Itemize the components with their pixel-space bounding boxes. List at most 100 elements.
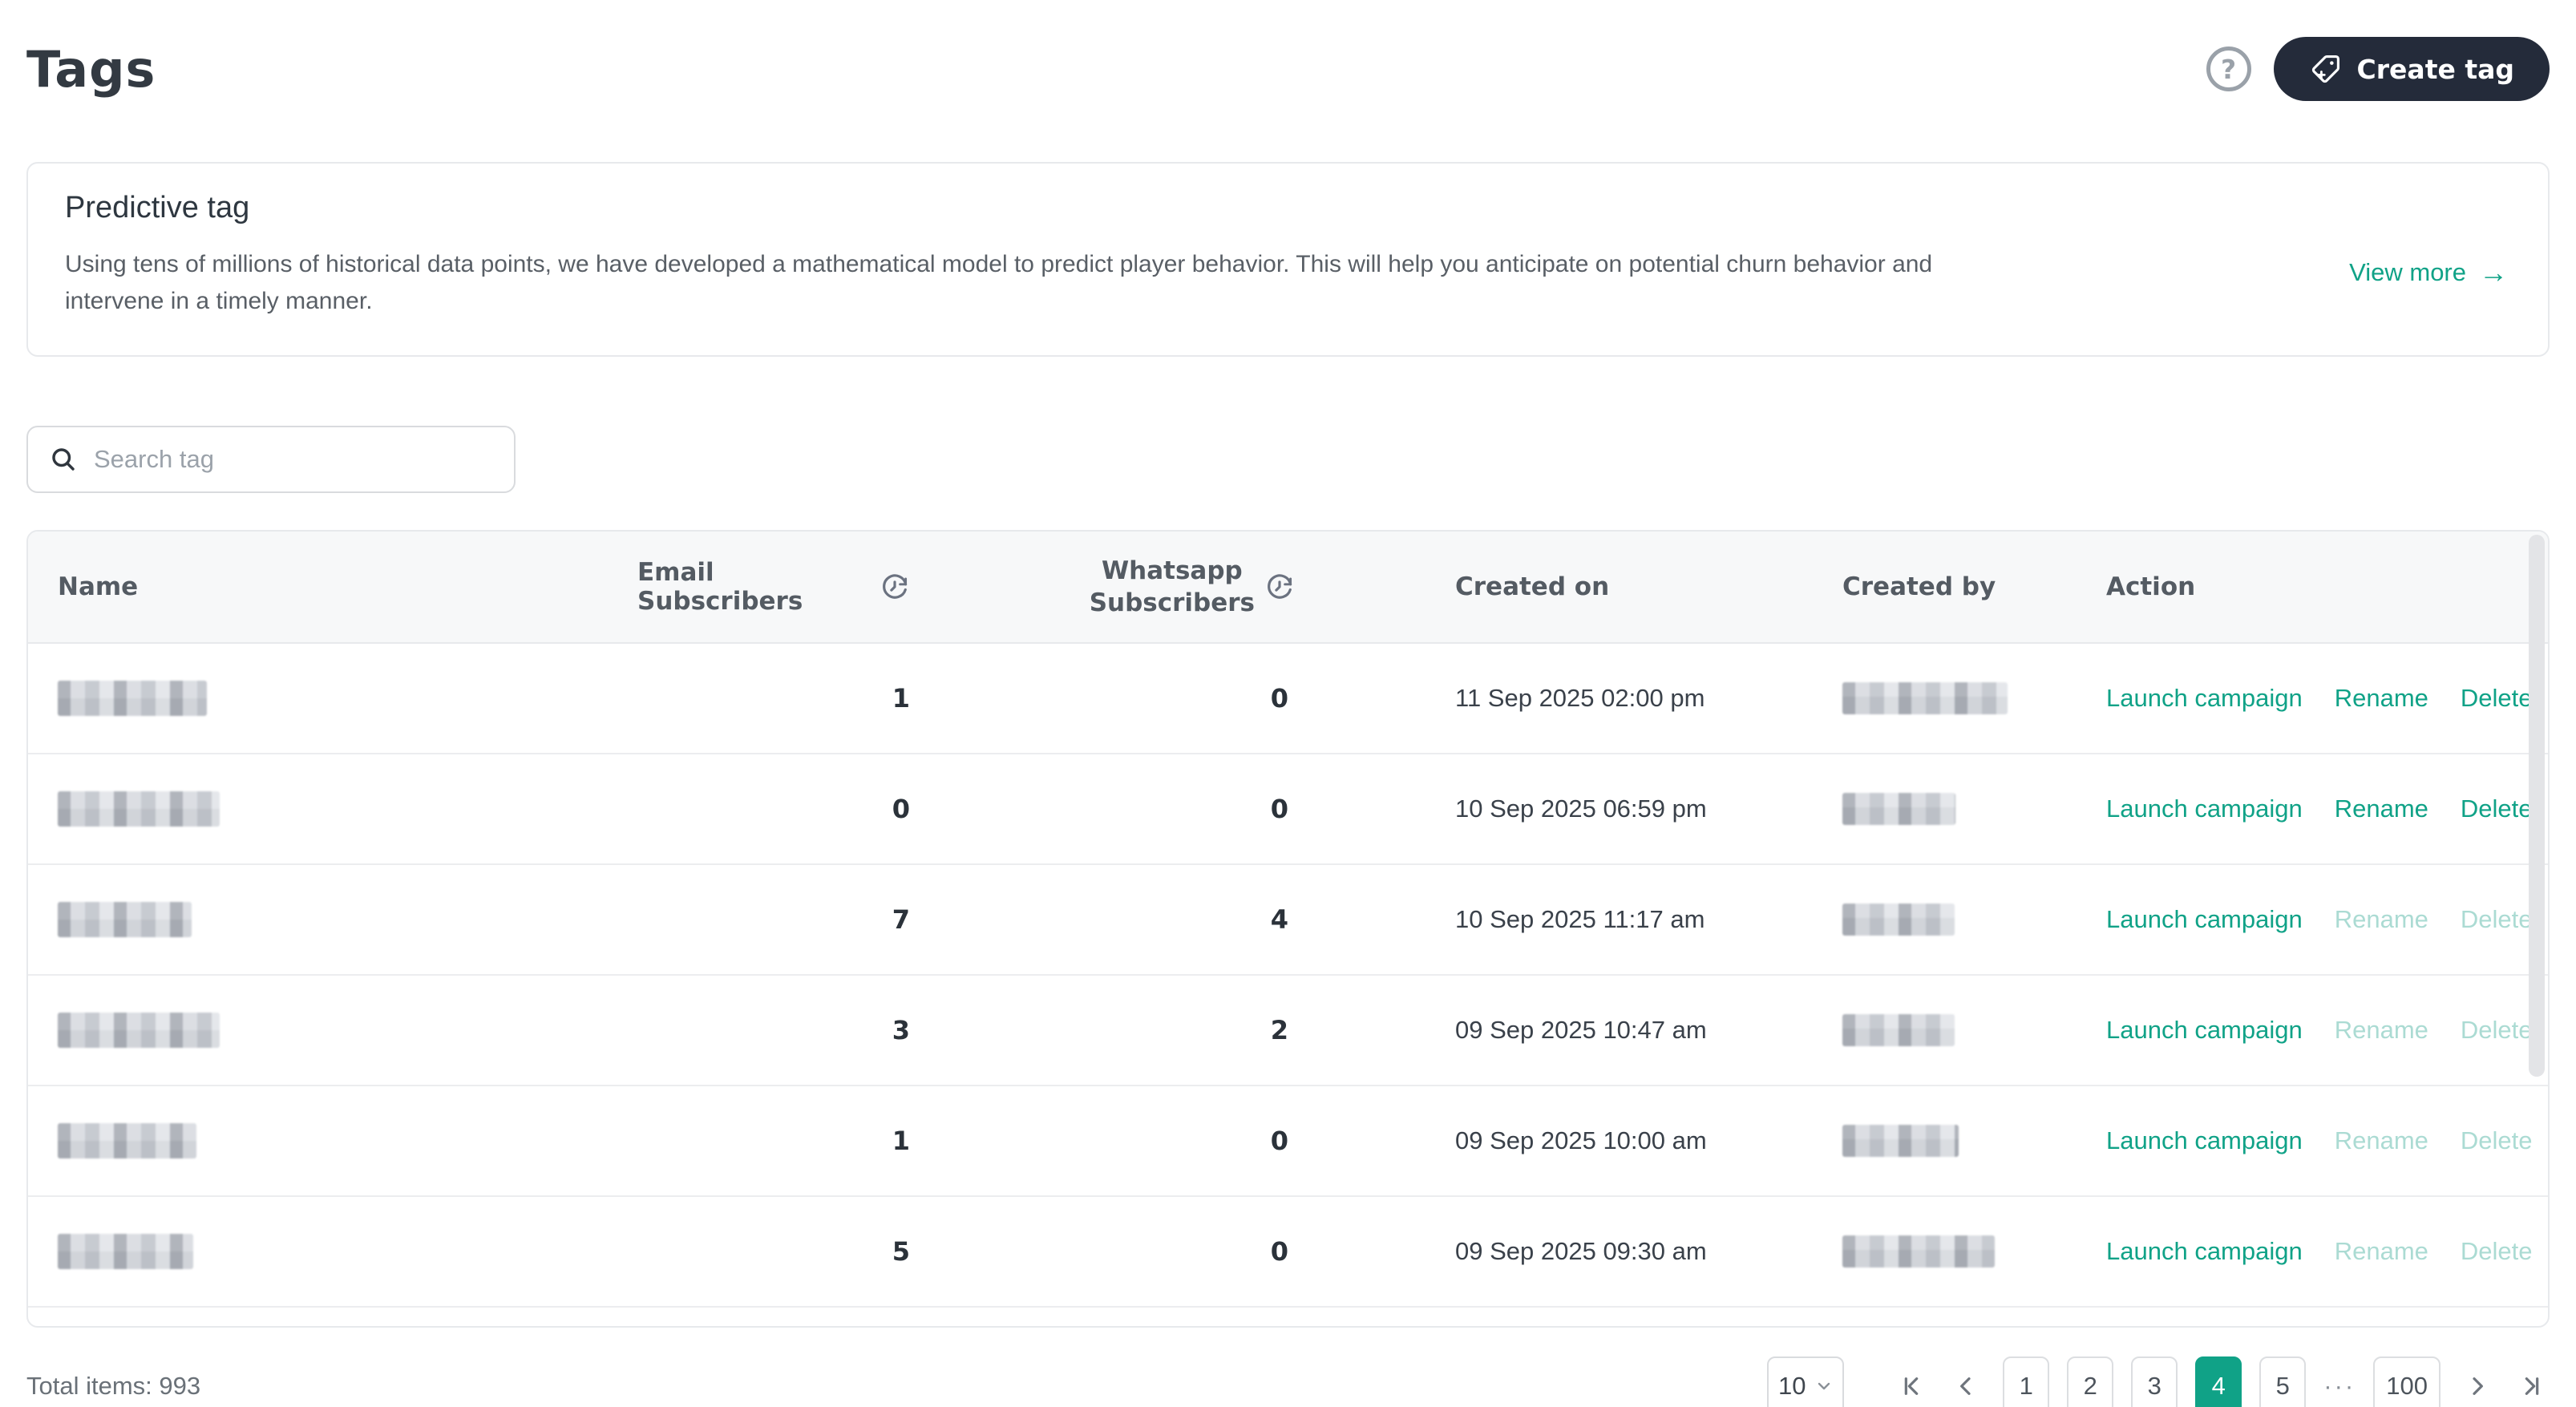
pagination-ellipsis: ··· <box>2323 1372 2356 1400</box>
search-tag-box[interactable] <box>26 426 516 493</box>
created-by-cell <box>1828 904 2093 936</box>
top-bar-actions: ? Create tag <box>2206 37 2550 101</box>
tags-table: Name Email Subscribers Whatsapp Subscrib… <box>26 530 2550 1328</box>
email-subscribers-label: Email Subscribers <box>637 558 803 616</box>
redacted-creator-name <box>1842 1125 1959 1157</box>
last-page-button[interactable] <box>2514 1369 2550 1404</box>
create-tag-label: Create tag <box>2356 53 2514 85</box>
predictive-tag-card: Predictive tag Using tens of millions of… <box>26 162 2550 357</box>
delete-link[interactable]: Delete <box>2461 905 2533 934</box>
whatsapp-subscribers-value: 4 <box>1270 904 1288 935</box>
top-bar: Tags ? Create tag <box>26 0 2550 109</box>
delete-link[interactable]: Delete <box>2461 794 2533 823</box>
pagination: 10 1 2 3 4 5 ··· 100 <box>1767 1356 2550 1407</box>
redacted-tag-name <box>58 902 192 937</box>
tag-name-cell <box>28 1013 637 1048</box>
delete-link[interactable]: Delete <box>2461 1237 2533 1266</box>
page-button-3[interactable]: 3 <box>2131 1356 2178 1407</box>
previous-page-button[interactable] <box>1948 1369 1984 1404</box>
redacted-creator-name <box>1842 793 1955 825</box>
table-row: 1 0 09 Sep 2025 10:00 am Launch campaign… <box>28 1086 2548 1197</box>
delete-link[interactable]: Delete <box>2461 1016 2533 1045</box>
chevron-down-icon <box>1814 1377 1834 1396</box>
rename-link[interactable]: Rename <box>2335 905 2428 934</box>
row-actions: Launch campaign Rename Delete <box>2093 794 2548 823</box>
redacted-tag-name <box>58 681 207 716</box>
redacted-tag-name <box>58 791 220 827</box>
email-subscribers-value: 1 <box>892 683 910 714</box>
redacted-creator-name <box>1842 904 1955 936</box>
table-body: 1 0 11 Sep 2025 02:00 pm Launch campaign… <box>28 644 2548 1308</box>
table-scrollbar-thumb[interactable] <box>2529 535 2545 1077</box>
email-subscribers-value: 1 <box>892 1126 910 1156</box>
email-subscribers-value: 7 <box>892 904 910 935</box>
column-header-email-subscribers[interactable]: Email Subscribers <box>637 558 910 616</box>
launch-campaign-link[interactable]: Launch campaign <box>2106 905 2303 934</box>
description-line-1: Using tens of millions of historical dat… <box>65 251 1933 277</box>
predictive-tag-description: Using tens of millions of historical dat… <box>65 246 2511 320</box>
email-subscribers-value: 3 <box>892 1015 910 1045</box>
page-button-1[interactable]: 1 <box>2003 1356 2050 1407</box>
search-input[interactable] <box>94 445 493 474</box>
created-on-value: 09 Sep 2025 10:00 am <box>1455 1126 1707 1154</box>
launch-campaign-link[interactable]: Launch campaign <box>2106 794 2303 823</box>
column-header-name: Name <box>58 572 139 601</box>
rename-link[interactable]: Rename <box>2335 1126 2428 1155</box>
first-page-button[interactable] <box>1894 1369 1929 1404</box>
table-footer: Total items: 993 10 1 2 3 4 5 ··· 100 <box>26 1356 2550 1407</box>
row-actions: Launch campaign Rename Delete <box>2093 1126 2548 1155</box>
rename-link[interactable]: Rename <box>2335 1237 2428 1266</box>
page-size-value: 10 <box>1778 1372 1806 1400</box>
help-icon[interactable]: ? <box>2206 46 2251 91</box>
created-on-value: 09 Sep 2025 10:47 am <box>1455 1016 1707 1044</box>
redacted-tag-name <box>58 1234 193 1269</box>
created-on-value: 11 Sep 2025 02:00 pm <box>1455 684 1705 712</box>
arrow-right-icon: → <box>2479 256 2508 289</box>
redacted-creator-name <box>1842 1014 1955 1046</box>
rename-link[interactable]: Rename <box>2335 1016 2428 1045</box>
redacted-creator-name <box>1842 1235 1995 1268</box>
launch-campaign-link[interactable]: Launch campaign <box>2106 1016 2303 1045</box>
column-header-created-on: Created on <box>1455 572 1610 601</box>
launch-campaign-link[interactable]: Launch campaign <box>2106 1126 2303 1155</box>
delete-link[interactable]: Delete <box>2461 1126 2533 1155</box>
redacted-tag-name <box>58 1013 220 1048</box>
page-button-4[interactable]: 4 <box>2195 1356 2242 1407</box>
history-clock-icon <box>880 572 910 602</box>
whatsapp-subscribers-label: Whatsapp Subscribers <box>1089 556 1255 617</box>
row-actions: Launch campaign Rename Delete <box>2093 905 2548 934</box>
row-actions: Launch campaign Rename Delete <box>2093 684 2548 713</box>
page-button-2[interactable]: 2 <box>2067 1356 2114 1407</box>
tag-plus-icon <box>2309 52 2343 86</box>
page-button-100[interactable]: 100 <box>2373 1356 2441 1407</box>
table-header-row: Name Email Subscribers Whatsapp Subscrib… <box>28 532 2548 644</box>
created-on-value: 09 Sep 2025 09:30 am <box>1455 1237 1707 1265</box>
page-size-select[interactable]: 10 <box>1767 1356 1845 1407</box>
created-by-cell <box>1828 1125 2093 1157</box>
email-subscribers-value: 5 <box>892 1236 910 1267</box>
row-actions: Launch campaign Rename Delete <box>2093 1016 2548 1045</box>
page-buttons: 1 2 3 4 5 ··· 100 <box>2003 1356 2441 1407</box>
whatsapp-subscribers-value: 2 <box>1270 1015 1288 1045</box>
next-page-button[interactable] <box>2460 1369 2495 1404</box>
delete-link[interactable]: Delete <box>2461 684 2533 713</box>
created-by-cell <box>1828 682 2093 714</box>
view-more-link[interactable]: View more → <box>2349 258 2508 287</box>
table-row: 3 2 09 Sep 2025 10:47 am Launch campaign… <box>28 976 2548 1086</box>
view-more-label: View more <box>2349 258 2466 286</box>
tags-page: Tags ? Create tag Predictive tag Using t… <box>0 0 2576 1407</box>
created-by-cell <box>1828 793 2093 825</box>
row-actions: Launch campaign Rename Delete <box>2093 1237 2548 1266</box>
rename-link[interactable]: Rename <box>2335 794 2428 823</box>
tag-name-cell <box>28 791 637 827</box>
create-tag-button[interactable]: Create tag <box>2273 37 2550 101</box>
table-row: 1 0 11 Sep 2025 02:00 pm Launch campaign… <box>28 644 2548 754</box>
rename-link[interactable]: Rename <box>2335 684 2428 713</box>
page-button-5[interactable]: 5 <box>2259 1356 2307 1407</box>
launch-campaign-link[interactable]: Launch campaign <box>2106 684 2303 713</box>
created-on-value: 10 Sep 2025 06:59 pm <box>1455 794 1707 823</box>
created-on-value: 10 Sep 2025 11:17 am <box>1455 905 1705 933</box>
column-header-whatsapp-subscribers[interactable]: Whatsapp Subscribers <box>910 555 1295 619</box>
whatsapp-subscribers-value: 0 <box>1270 683 1288 714</box>
launch-campaign-link[interactable]: Launch campaign <box>2106 1237 2303 1266</box>
